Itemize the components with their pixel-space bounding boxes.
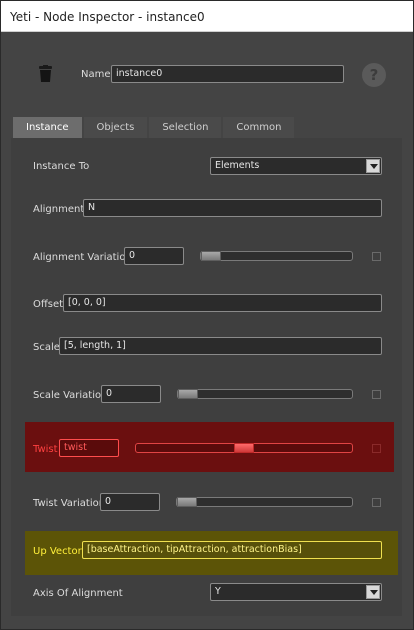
- name-label: Name: [81, 69, 111, 80]
- chevron-down-icon: [366, 585, 380, 599]
- twist-field[interactable]: twist: [59, 439, 119, 457]
- scale-variation-checkbox[interactable]: [372, 390, 381, 399]
- offset-label: Offset: [33, 299, 64, 310]
- node-type-icon: [39, 65, 52, 82]
- twist-variation-label: Twist Variation: [33, 498, 106, 509]
- tab-bar: Instance Objects Selection Common: [13, 117, 296, 138]
- instance-to-dropdown[interactable]: Elements: [210, 157, 382, 175]
- alignment-field[interactable]: N: [83, 199, 382, 217]
- tab-selection[interactable]: Selection: [149, 117, 222, 138]
- tab-common[interactable]: Common: [223, 117, 295, 138]
- alignment-variation-slider-handle[interactable]: [201, 251, 221, 261]
- scale-label: Scale: [33, 342, 60, 353]
- title-bar[interactable]: Yeti - Node Inspector - instance0: [1, 1, 413, 32]
- tab-objects[interactable]: Objects: [83, 117, 148, 138]
- axis-of-alignment-label: Axis Of Alignment: [33, 588, 123, 599]
- scale-variation-slider-handle[interactable]: [178, 389, 198, 399]
- scale-variation-field[interactable]: 0: [101, 385, 161, 403]
- alignment-variation-field[interactable]: 0: [124, 247, 184, 265]
- twist-variation-slider-handle[interactable]: [177, 497, 197, 507]
- instance-to-label: Instance To: [33, 161, 90, 172]
- alignment-variation-label: Alignment Variation: [33, 252, 132, 263]
- help-icon[interactable]: ?: [362, 63, 386, 87]
- scale-field[interactable]: [5, length, 1]: [59, 337, 382, 355]
- twist-variation-field[interactable]: 0: [100, 493, 160, 511]
- axis-of-alignment-value: Y: [215, 586, 221, 597]
- twist-label: Twist: [33, 444, 58, 455]
- window-title: Yeti - Node Inspector - instance0: [10, 10, 205, 24]
- node-inspector-window: Yeti - Node Inspector - instance0 Name i…: [0, 0, 414, 630]
- tab-instance[interactable]: Instance: [13, 117, 82, 138]
- name-field[interactable]: instance0: [111, 65, 344, 83]
- up-vector-label: Up Vector: [33, 546, 82, 557]
- scale-variation-label: Scale Variation: [33, 390, 108, 401]
- alignment-variation-checkbox[interactable]: [372, 252, 381, 261]
- axis-of-alignment-dropdown[interactable]: Y: [210, 583, 382, 601]
- alignment-variation-slider[interactable]: [200, 251, 353, 261]
- twist-checkbox[interactable]: [372, 444, 381, 453]
- offset-field[interactable]: [0, 0, 0]: [63, 294, 382, 312]
- chevron-down-icon: [366, 159, 380, 173]
- alignment-label: Alignment: [33, 204, 85, 215]
- twist-variation-checkbox[interactable]: [372, 498, 381, 507]
- twist-slider[interactable]: [135, 443, 353, 453]
- up-vector-field[interactable]: [baseAttraction, tipAttraction, attracti…: [82, 541, 382, 559]
- twist-slider-handle[interactable]: [234, 443, 254, 453]
- instance-to-value: Elements: [215, 160, 260, 171]
- scale-variation-slider[interactable]: [177, 389, 353, 399]
- twist-variation-slider[interactable]: [176, 497, 353, 507]
